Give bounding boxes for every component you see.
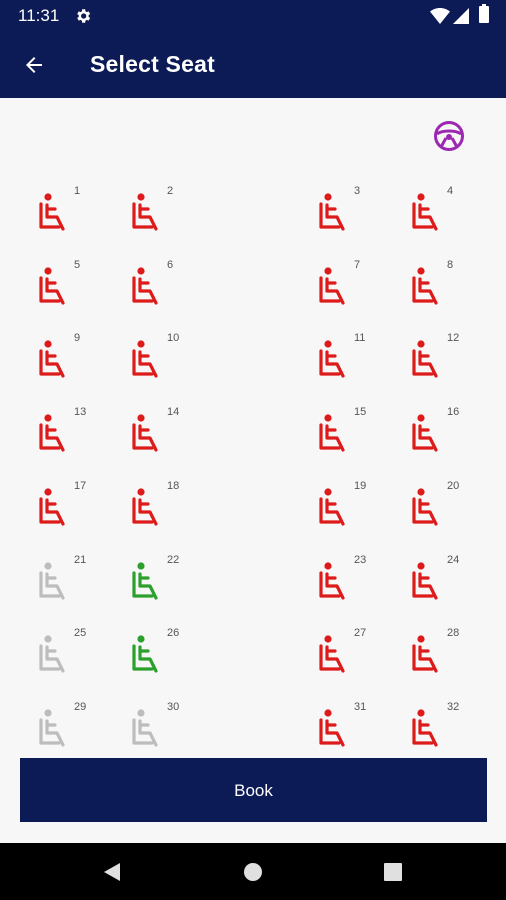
seat-15[interactable]: 15 — [318, 406, 366, 459]
seat-22[interactable]: 22 — [131, 554, 179, 607]
seat-5[interactable]: 5 — [38, 259, 86, 312]
seat-7[interactable]: 7 — [318, 259, 366, 312]
seat-number: 9 — [74, 332, 81, 344]
seat-number: 22 — [167, 554, 180, 566]
seat-number: 27 — [354, 627, 367, 639]
seat-number: 8 — [447, 259, 454, 271]
seat-17[interactable]: 17 — [38, 480, 86, 533]
seat-28[interactable]: 28 — [411, 627, 459, 680]
seat-number: 16 — [447, 406, 460, 418]
book-button[interactable]: Book — [20, 758, 487, 822]
app-bar: Select Seat — [0, 32, 506, 98]
seat-1[interactable]: 1 — [38, 185, 86, 238]
seat-number: 29 — [74, 701, 87, 713]
seat-number: 11 — [354, 332, 366, 344]
seat-14[interactable]: 14 — [131, 406, 179, 459]
seat-number: 24 — [447, 554, 460, 566]
seat-32[interactable]: 32 — [411, 701, 459, 754]
seat-number: 20 — [447, 480, 460, 492]
seat-number: 23 — [354, 554, 367, 566]
seat-21[interactable]: 21 — [38, 554, 86, 607]
seat-26[interactable]: 26 — [131, 627, 179, 680]
gear-icon — [74, 7, 92, 30]
seat-8[interactable]: 8 — [411, 259, 459, 312]
seat-25[interactable]: 25 — [38, 627, 86, 680]
seat-number: 25 — [74, 627, 87, 639]
battery-icon — [479, 4, 489, 23]
status-bar: 11:31 — [0, 0, 506, 32]
seat-number: 3 — [354, 185, 361, 197]
seat-number: 5 — [74, 259, 81, 271]
arrow-back-icon[interactable] — [22, 53, 46, 77]
seat-31[interactable]: 31 — [318, 701, 366, 754]
seat-6[interactable]: 6 — [131, 259, 179, 312]
seat-number: 6 — [167, 259, 174, 271]
back-triangle-icon[interactable] — [102, 862, 122, 887]
seat-13[interactable]: 13 — [38, 406, 86, 459]
wifi-icon — [430, 8, 450, 29]
seat-2[interactable]: 2 — [131, 185, 179, 238]
seat-number: 7 — [354, 259, 361, 271]
seat-number: 21 — [74, 554, 87, 566]
seat-number: 30 — [167, 701, 180, 713]
seat-9[interactable]: 9 — [38, 332, 86, 385]
seat-18[interactable]: 18 — [131, 480, 179, 533]
seat-number: 26 — [167, 627, 180, 639]
steering-wheel-icon — [433, 120, 465, 152]
signal-icon — [453, 8, 469, 29]
seat-number: 31 — [354, 701, 367, 713]
recents-square-icon[interactable] — [383, 862, 403, 887]
seat-number: 28 — [447, 627, 460, 639]
seat-29[interactable]: 29 — [38, 701, 86, 754]
seat-16[interactable]: 16 — [411, 406, 459, 459]
seat-27[interactable]: 27 — [318, 627, 366, 680]
status-time: 11:31 — [18, 6, 60, 25]
seat-12[interactable]: 12 — [411, 332, 459, 385]
seat-4[interactable]: 4 — [411, 185, 459, 238]
seat-number: 14 — [167, 406, 180, 418]
seat-number: 1 — [74, 185, 81, 197]
seat-30[interactable]: 30 — [131, 701, 179, 754]
seat-11[interactable]: 11 — [318, 332, 366, 385]
seat-number: 4 — [447, 185, 454, 197]
home-circle-icon[interactable] — [243, 862, 263, 887]
seat-map: 1 2 3 4 5 6 7 8 9 10 11 12 13 14 15 16 17 18 19 20 21 22 23 24 2… — [0, 98, 506, 843]
seat-number: 13 — [74, 406, 87, 418]
seat-number: 32 — [447, 701, 460, 713]
seat-10[interactable]: 10 — [131, 332, 179, 385]
seat-number: 19 — [354, 480, 367, 492]
seat-number: 18 — [167, 480, 180, 492]
seat-number: 17 — [74, 480, 87, 492]
seat-20[interactable]: 20 — [411, 480, 459, 533]
seat-number: 15 — [354, 406, 367, 418]
system-nav-bar — [0, 843, 506, 900]
seat-23[interactable]: 23 — [318, 554, 366, 607]
seat-3[interactable]: 3 — [318, 185, 366, 238]
seat-number: 10 — [167, 332, 180, 344]
page-title: Select Seat — [90, 51, 215, 77]
seat-19[interactable]: 19 — [318, 480, 366, 533]
seat-24[interactable]: 24 — [411, 554, 459, 607]
seat-number: 2 — [167, 185, 174, 197]
seat-number: 12 — [447, 332, 460, 344]
